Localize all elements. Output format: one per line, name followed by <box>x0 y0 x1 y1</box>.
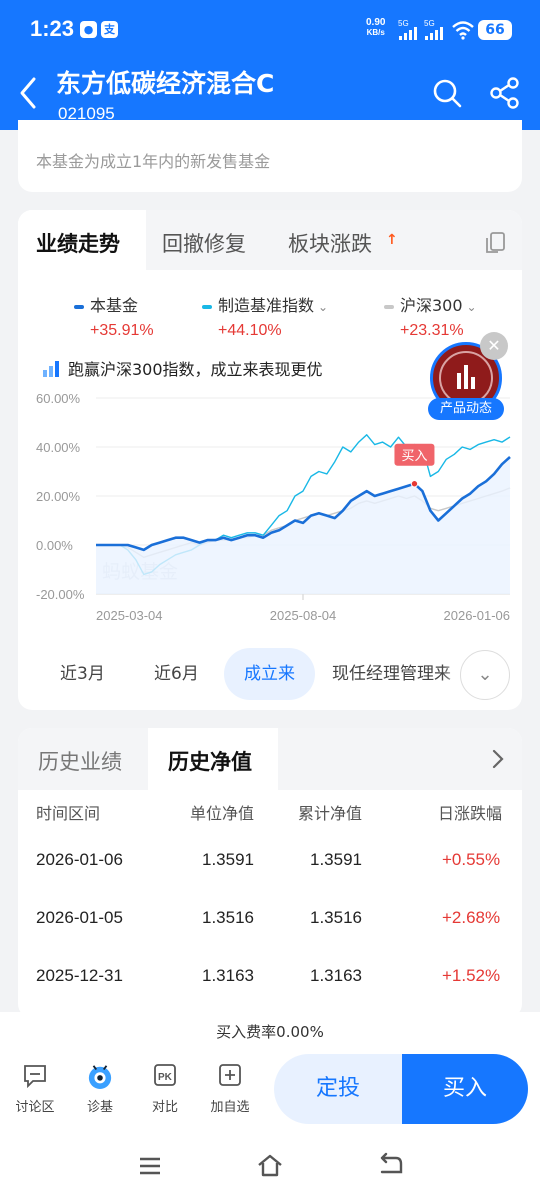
alipay-icon: 支 <box>101 21 118 38</box>
status-time: 1:23 <box>30 16 75 41</box>
y-tick-label: 20.00% <box>36 489 81 504</box>
y-tick-label: -20.00% <box>36 587 85 602</box>
y-tick-label: 0.00% <box>36 538 73 553</box>
fund-area <box>96 457 510 594</box>
range-since-inception[interactable]: 成立来 <box>224 648 315 700</box>
buy-marker-label: 买入 <box>401 449 427 464</box>
legend-csi300-value: +23.31% <box>400 322 464 339</box>
range-3m[interactable]: 近3月 <box>60 648 105 700</box>
range-selector: 近3月 近6月 成立来 现任经理管理来 ⌄ <box>18 648 522 700</box>
legend-fund-value: +35.91% <box>90 322 154 339</box>
buy-button[interactable]: 买入 <box>402 1054 528 1124</box>
table-row[interactable]: 2026-01-06 1.3591 1.3591 +0.55% <box>18 850 522 890</box>
y-tick-label: 40.00% <box>36 440 81 455</box>
chat-icon <box>24 1065 46 1089</box>
back-nav-icon[interactable] <box>376 1152 404 1178</box>
compare-button[interactable]: PK 对比 <box>137 1062 193 1115</box>
chevron-down-icon: ⌄ <box>318 300 329 314</box>
app-header: 1:23 ● 支 0.90 KB/s 5G 5G 66 东方低碳经济混合C 02… <box>0 0 540 130</box>
share-icon[interactable] <box>488 76 522 110</box>
history-tabs: 历史业绩 历史净值 <box>18 728 522 790</box>
buy-fee-rate: 买入费率0.00% <box>0 1012 540 1052</box>
fund-title: 东方低碳经济混合C <box>56 69 275 98</box>
close-icon[interactable]: ✕ <box>480 332 508 360</box>
legend-benchmark-value: +44.10% <box>218 322 282 339</box>
x-tick-label: 2025-08-04 <box>270 608 337 623</box>
legend-csi300[interactable]: 沪深300 ⌄ +23.31% <box>384 292 477 340</box>
expand-ranges-button[interactable]: ⌄ <box>460 650 510 700</box>
add-watchlist-button[interactable]: 加自选 <box>202 1062 258 1115</box>
col-acc-nav: 累计净值 <box>298 804 363 823</box>
tab-sector-change[interactable]: 板块涨跌 <box>288 228 372 258</box>
robot-icon <box>88 1065 112 1089</box>
discussion-button[interactable]: 讨论区 <box>7 1062 63 1115</box>
notice-card: 本基金为成立1年内的新发售基金 <box>18 120 522 192</box>
tab-performance-trend[interactable]: 业绩走势 <box>36 228 120 258</box>
status-bar: 1:23 ● 支 0.90 KB/s 5G 5G 66 <box>0 0 540 60</box>
chevron-down-icon: ⌄ <box>466 300 477 314</box>
outperform-tip: 跑赢沪深300指数，成立来表现更优 <box>42 356 323 380</box>
performance-tabs: 业绩走势 回撤修复 板块涨跌 ↑ <box>18 210 522 270</box>
diagnose-button[interactable]: 诊基 <box>72 1062 128 1115</box>
history-card: 历史业绩 历史净值 时间区间 单位净值 累计净值 日涨跌幅 2026-01-06… <box>18 728 522 1018</box>
system-nav-bar <box>0 1132 540 1200</box>
hot-arrow-icon: ↑ <box>386 232 398 248</box>
range-6m[interactable]: 近6月 <box>154 648 199 700</box>
svg-text:5G: 5G <box>398 19 409 28</box>
table-row[interactable]: 2025-12-31 1.3163 1.3163 +1.52% <box>18 966 522 1006</box>
auto-invest-button[interactable]: 定投 <box>274 1054 402 1124</box>
chevron-right-icon[interactable] <box>486 746 510 772</box>
tab-history-nav[interactable]: 历史净值 <box>168 746 252 776</box>
wechat-icon: ● <box>80 21 97 38</box>
signal-icon-sim1: 5G <box>398 19 417 40</box>
svg-text:5G: 5G <box>424 19 435 28</box>
x-tick-label: 2025-03-04 <box>96 608 163 623</box>
plus-square-icon <box>219 1064 241 1086</box>
product-news-label[interactable]: 产品动态 <box>428 398 504 420</box>
col-period: 时间区间 <box>36 804 101 823</box>
x-tick-label: 2026-01-06 <box>444 608 511 623</box>
new-fund-notice: 本基金为成立1年内的新发售基金 <box>36 152 271 171</box>
search-icon[interactable] <box>430 76 464 110</box>
performance-card: 业绩走势 回撤修复 板块涨跌 ↑ 本基金 +35.91% 制造基准指数 ⌄ +44… <box>18 210 522 710</box>
performance-chart[interactable]: 60.00% 40.00% 20.00% 0.00% -20.00% 2025-03-04… <box>18 380 522 650</box>
tab-history-performance[interactable]: 历史业绩 <box>38 746 122 776</box>
legend-fund: 本基金 +35.91% <box>74 292 154 340</box>
bar-chart-icon <box>43 361 59 377</box>
chevron-down-icon: ⌄ <box>477 664 493 685</box>
svg-text:PK: PK <box>158 1072 173 1083</box>
pk-icon: PK <box>154 1064 176 1086</box>
menu-icon[interactable] <box>138 1156 162 1176</box>
back-arrow-icon[interactable] <box>14 75 44 111</box>
bottom-action-bar: 讨论区 诊基 PK 对比 加自选 定投 买入 <box>0 1052 540 1132</box>
battery-indicator: 66 <box>478 20 512 40</box>
col-unit-nav: 单位净值 <box>190 804 255 823</box>
signal-icon-sim2: 5G <box>424 19 443 40</box>
home-icon[interactable] <box>256 1152 284 1178</box>
buy-marker-dot <box>410 480 419 488</box>
network-speed: 0.90 KB/s <box>366 17 386 38</box>
copy-icon[interactable] <box>482 230 508 256</box>
y-tick-label: 60.00% <box>36 391 81 406</box>
wifi-icon <box>452 21 474 40</box>
legend-benchmark[interactable]: 制造基准指数 ⌄ +44.10% <box>202 292 328 340</box>
range-manager-tenure[interactable]: 现任经理管理来 <box>332 648 451 700</box>
col-daily-change: 日涨跌幅 <box>438 804 503 823</box>
table-row[interactable]: 2026-01-05 1.3516 1.3516 +2.68% <box>18 908 522 948</box>
tab-drawdown-repair[interactable]: 回撤修复 <box>162 228 246 258</box>
